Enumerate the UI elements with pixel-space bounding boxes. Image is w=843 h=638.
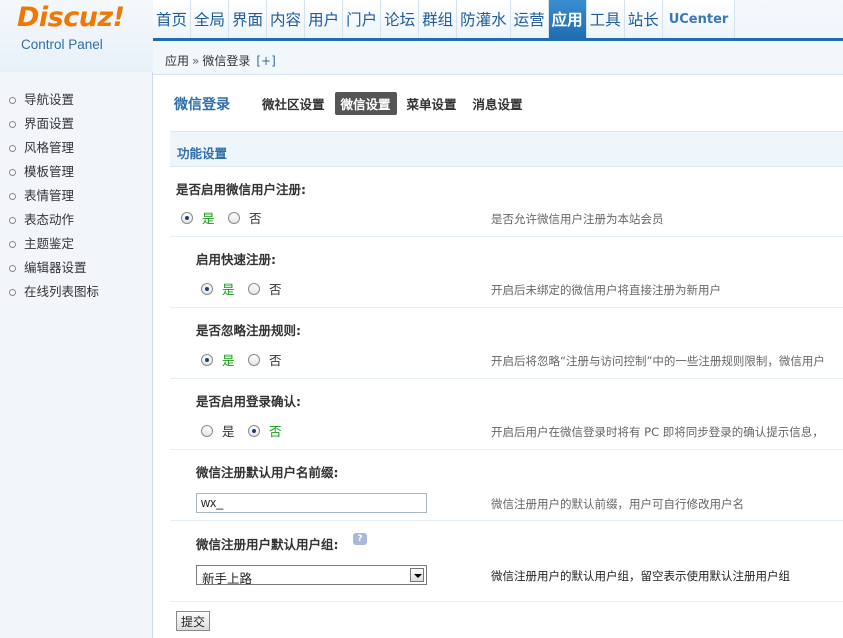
sidebar: 导航设置 界面设置 风格管理 模板管理 表情管理 表态动作 主题鉴定 编辑器设置… [0, 72, 153, 638]
ignore-rules-yes-option[interactable]: 是 [201, 350, 235, 369]
username-prefix-tip: 微信注册用户的默认前缀，用户可自行修改用户名 [491, 497, 744, 511]
default-group-tip: 微信注册用户的默认用户组，留空表示使用默认注册用户组 [491, 569, 790, 583]
nav-item-style[interactable]: 界面 [229, 0, 268, 38]
nav-item-home[interactable]: 首页 [153, 0, 192, 38]
help-icon[interactable]: ? [353, 533, 367, 545]
tab-community-settings[interactable]: 微社区设置 [256, 92, 331, 115]
login-confirm-no-label: 否 [269, 424, 282, 439]
add-shortcut-button[interactable]: [+] [250, 54, 275, 68]
register-no-option[interactable]: 否 [228, 208, 262, 227]
register-yes-label: 是 [202, 211, 215, 226]
sidebar-list: 导航设置 界面设置 风格管理 模板管理 表情管理 表态动作 主题鉴定 编辑器设置… [0, 72, 152, 305]
tab-wechat-settings[interactable]: 微信设置 [334, 92, 397, 115]
sidebar-item-style-manage[interactable]: 风格管理 [0, 137, 152, 161]
register-label: 是否启用微信用户注册: [176, 182, 306, 197]
setting-register: 是否启用微信用户注册: 是 否 是否允许微信用户注册为本站会员 [170, 167, 843, 237]
register-no-radio[interactable] [228, 211, 240, 224]
sub-tabs: 微信登录 微社区设置 微信设置 菜单设置 消息设置 [174, 92, 533, 115]
quick-register-no-label: 否 [269, 282, 282, 297]
username-prefix-label: 微信注册默认用户名前缀: [196, 465, 339, 480]
quick-register-no-option[interactable]: 否 [248, 279, 282, 298]
nav-item-content[interactable]: 内容 [267, 0, 306, 38]
ignore-rules-no-radio[interactable] [248, 353, 260, 366]
setting-default-group: 微信注册用户默认用户组: ? 新手上路 微信注册用户的默认用户组，留空表示使用默… [170, 521, 843, 602]
nav-item-user[interactable]: 用户 [305, 0, 344, 38]
breadcrumb-bar: 应用» 微信登录 [+] [153, 41, 843, 75]
login-confirm-yes-radio[interactable] [201, 424, 213, 437]
sidebar-item-template-manage[interactable]: 模板管理 [0, 161, 152, 185]
quick-register-yes-radio[interactable] [201, 282, 213, 295]
row-divider [170, 601, 843, 602]
sidebar-item-ui-settings[interactable]: 界面设置 [0, 113, 152, 137]
tab-menu-settings[interactable]: 菜单设置 [401, 92, 463, 115]
ignore-rules-yes-label: 是 [222, 353, 235, 368]
sidebar-item-click-actions[interactable]: 表态动作 [0, 209, 152, 233]
setting-ignore-rules: 是否忽略注册规则: 是 否 开启后将忽略“注册与访问控制”中的一些注册规则限制，… [170, 308, 843, 379]
ignore-rules-yes-radio[interactable] [201, 353, 213, 366]
tab-message-settings[interactable]: 消息设置 [467, 92, 529, 115]
logo[interactable]: Discuz! [17, 2, 125, 33]
login-confirm-no-radio[interactable] [248, 424, 260, 437]
login-confirm-yes-label: 是 [222, 424, 235, 439]
submit-button[interactable]: 提交 [176, 611, 211, 631]
breadcrumb: 应用» 微信登录 [+] [165, 52, 276, 69]
chevron-down-icon[interactable] [410, 568, 424, 582]
nav-item-antispam[interactable]: 防灌水 [457, 0, 511, 38]
quick-register-yes-option[interactable]: 是 [201, 279, 235, 298]
logo-area: Discuz! Control Panel [0, 0, 153, 72]
breadcrumb-separator: » [192, 54, 200, 68]
quick-register-label: 启用快速注册: [196, 252, 276, 267]
ignore-rules-no-option[interactable]: 否 [248, 350, 282, 369]
username-prefix-input[interactable] [196, 493, 427, 513]
setting-quick-register: 启用快速注册: 是 否 开启后未绑定的微信用户将直接注册为新用户 [170, 237, 843, 308]
login-confirm-tip: 开启后用户在微信登录时将有 PC 即将同步登录的确认提示信息， [491, 425, 824, 439]
setting-login-confirm: 是否启用登录确认: 是 否 开启后用户在微信登录时将有 PC 即将同步登录的确认… [170, 379, 843, 450]
logo-subtitle: Control Panel [21, 37, 103, 52]
nav-item-group[interactable]: 群组 [419, 0, 458, 38]
default-group-label: 微信注册用户默认用户组: [196, 537, 339, 552]
register-no-label: 否 [249, 211, 262, 226]
login-confirm-yes-option[interactable]: 是 [201, 421, 235, 440]
register-yes-option[interactable]: 是 [181, 208, 215, 227]
nav-item-global[interactable]: 全局 [191, 0, 230, 38]
section-title: 功能设置 [177, 146, 228, 161]
main-content: 微信登录 微社区设置 微信设置 菜单设置 消息设置 功能设置 是否启用微信用户注… [154, 76, 843, 638]
default-group-select[interactable]: 新手上路 [196, 565, 427, 586]
nav-item-portal[interactable]: 门户 [343, 0, 382, 38]
ignore-rules-no-label: 否 [269, 353, 282, 368]
nav-item-ucenter[interactable]: UCenter [662, 0, 736, 38]
plugin-title: 微信登录 [174, 96, 230, 113]
sidebar-item-nav-settings[interactable]: 导航设置 [0, 89, 152, 113]
section-header: 功能设置 [170, 131, 843, 167]
nav-item-tools[interactable]: 工具 [586, 0, 625, 38]
nav-item-forum[interactable]: 论坛 [381, 0, 420, 38]
login-confirm-no-option[interactable]: 否 [248, 421, 282, 440]
ignore-rules-label: 是否忽略注册规则: [196, 323, 301, 338]
nav-item-operation[interactable]: 运营 [510, 0, 549, 38]
nav-item-founder[interactable]: 站长 [624, 0, 663, 38]
sidebar-item-thread-stamps[interactable]: 主题鉴定 [0, 233, 152, 257]
top-nav: 首页 全局 界面 内容 用户 门户 论坛 群组 防灌水 运营 应用 工具 站长 … [153, 0, 736, 38]
login-confirm-label: 是否启用登录确认: [196, 394, 301, 409]
sidebar-item-editor-settings[interactable]: 编辑器设置 [0, 257, 152, 281]
sidebar-item-online-icons[interactable]: 在线列表图标 [0, 281, 152, 305]
breadcrumb-parent[interactable]: 应用 [165, 54, 189, 68]
breadcrumb-current: 微信登录 [202, 54, 251, 68]
register-yes-radio[interactable] [181, 211, 193, 224]
ignore-rules-tip: 开启后将忽略“注册与访问控制”中的一些注册规则限制，微信用户 [491, 354, 825, 368]
setting-username-prefix: 微信注册默认用户名前缀: 微信注册用户的默认前缀，用户可自行修改用户名 [170, 450, 843, 521]
quick-register-tip: 开启后未绑定的微信用户将直接注册为新用户 [491, 283, 721, 297]
nav-item-app[interactable]: 应用 [548, 0, 587, 38]
quick-register-yes-label: 是 [222, 282, 235, 297]
quick-register-no-radio[interactable] [248, 282, 260, 295]
register-tip: 是否允许微信用户注册为本站会员 [491, 212, 664, 226]
sidebar-item-smiley-manage[interactable]: 表情管理 [0, 185, 152, 209]
default-group-value: 新手上路 [202, 571, 253, 586]
